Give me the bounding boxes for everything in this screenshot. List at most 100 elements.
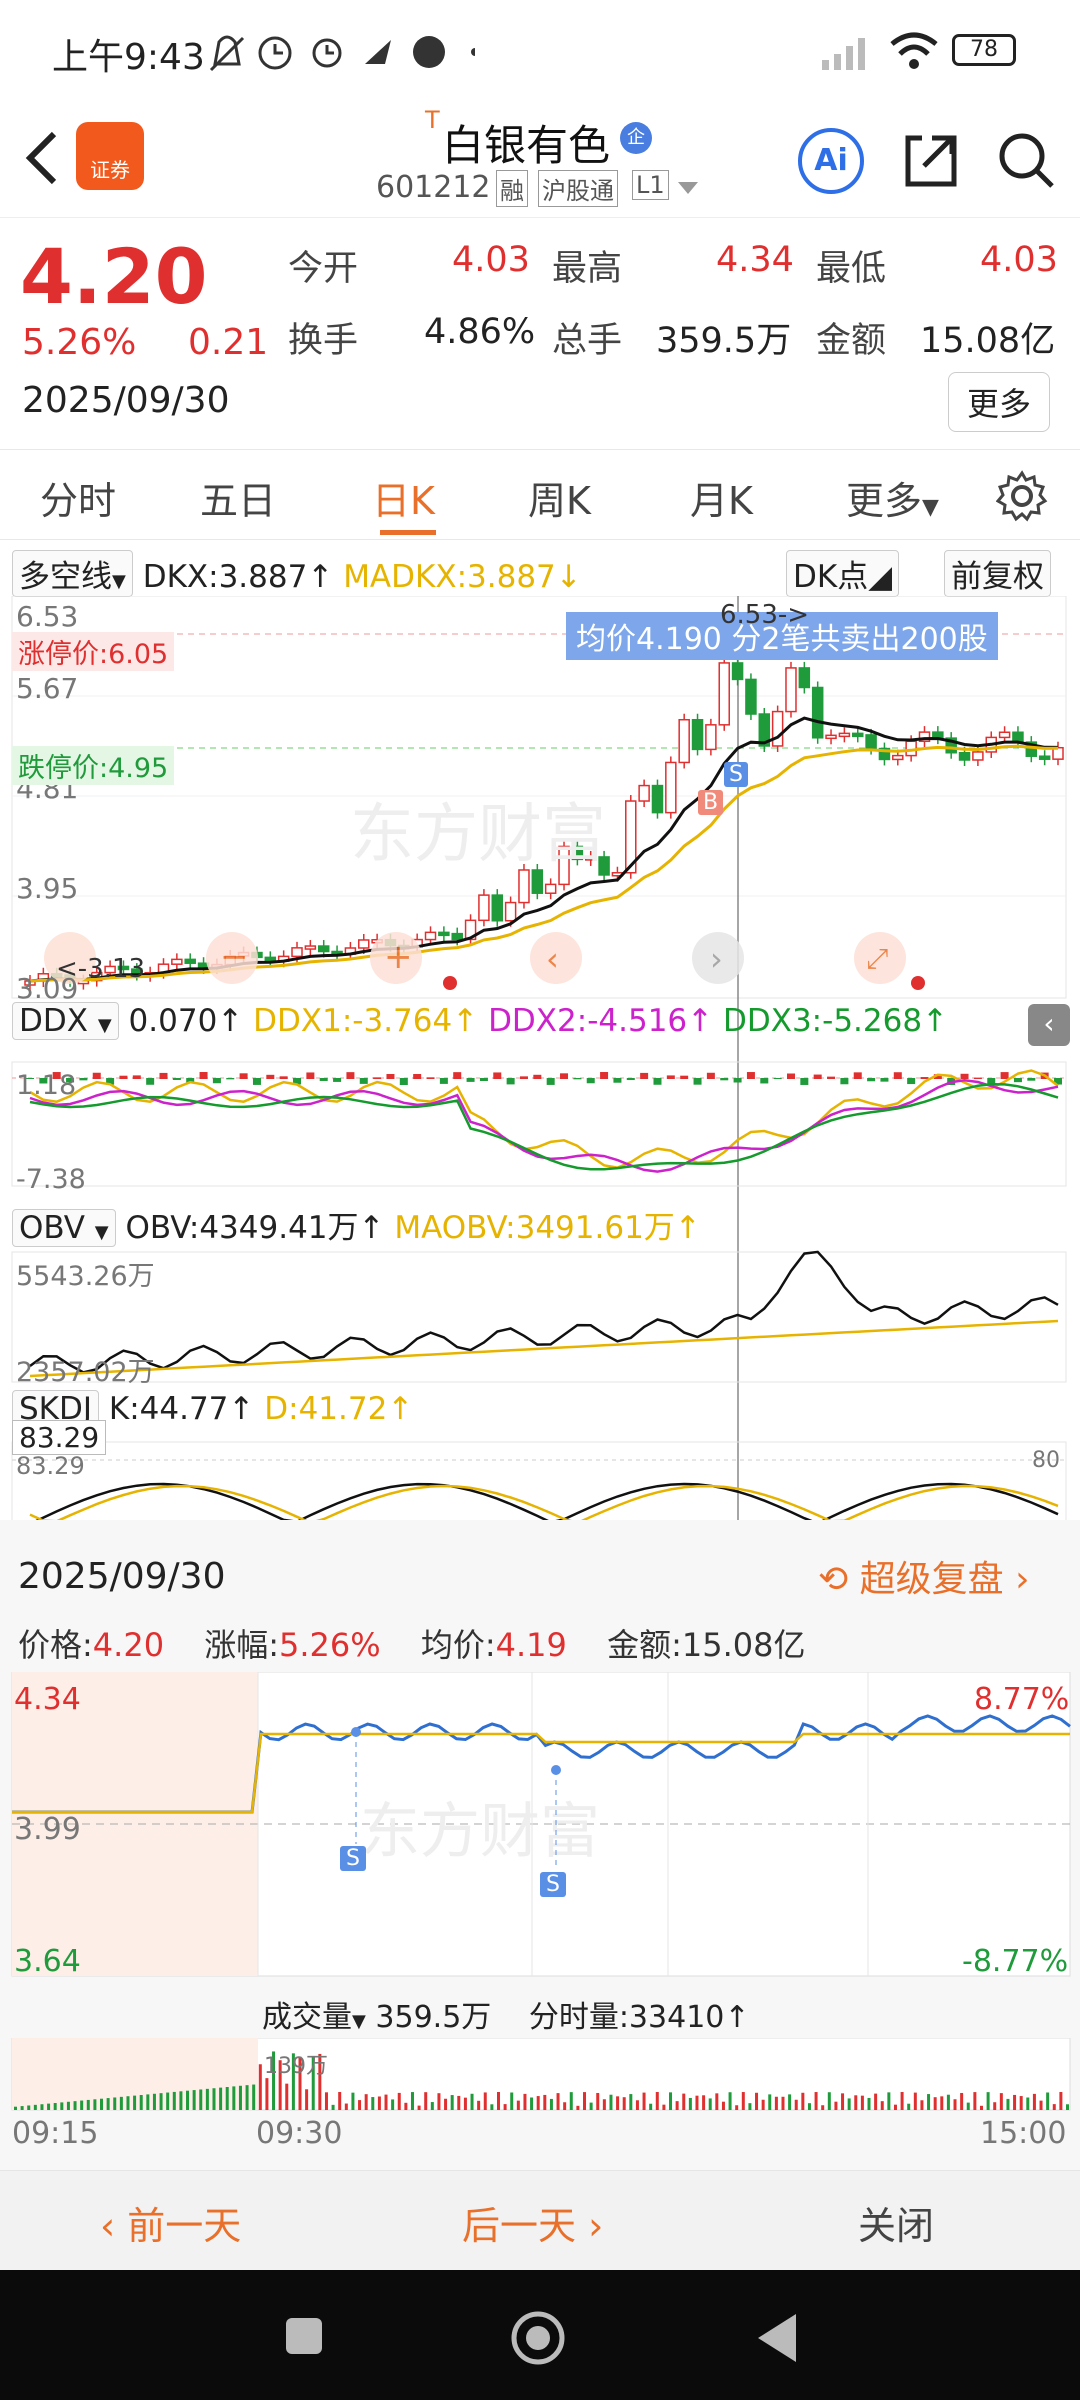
volume-select[interactable]: 成交量▼ [262, 2000, 366, 2035]
candle [705, 724, 717, 751]
share-icon[interactable] [902, 130, 962, 190]
adjust-price-button[interactable]: 前复权 [944, 550, 1051, 597]
tab-more[interactable]: 更多▼ [846, 470, 939, 525]
intraday-sell-marker[interactable]: S [540, 1872, 566, 1897]
obv-text: OBV:4349.41万 [125, 1210, 359, 1246]
tab-daily-k[interactable]: 日K [372, 470, 435, 525]
broker-badge-label: 证券 [90, 158, 130, 182]
volume-bar [708, 2098, 712, 2110]
tab-five-day[interactable]: 五日 [200, 470, 276, 525]
obv-select[interactable]: OBV ▼ [12, 1209, 116, 1247]
ddx-bar [560, 1073, 569, 1079]
dkx-text: DKX:3.887 [142, 559, 308, 595]
chevron-right-icon: › [710, 940, 723, 978]
volume-bar [1059, 2092, 1063, 2110]
buy-marker[interactable]: B [698, 790, 724, 815]
settings-gear-icon[interactable] [996, 470, 1048, 522]
price-axis-2: 5.67 [16, 672, 79, 705]
super-replay-button[interactable]: ⟲ 超级复盘 › [818, 1550, 1030, 1602]
volume-bar [159, 2093, 163, 2110]
ddx-bar [426, 1077, 435, 1079]
search-icon[interactable] [996, 130, 1056, 190]
ddx-bar [199, 1072, 208, 1079]
minus-icon: − [220, 937, 249, 977]
ddx-bar [413, 1074, 422, 1079]
stat-label-amount: 金额 [816, 321, 887, 361]
ddx2-value: DDX2:-4.516↑ [488, 1003, 714, 1039]
home-icon[interactable] [508, 2308, 568, 2368]
volume-bar [410, 2092, 414, 2110]
period-tabs: 分时 五日 日K 周K 月K 更多▼ [0, 450, 1080, 540]
prev-day-label: 前一天 [127, 2204, 242, 2248]
volume-bar [80, 2100, 84, 2110]
volume-bar [172, 2091, 176, 2110]
more-button[interactable]: 更多 [948, 372, 1051, 432]
volume-bar [999, 2093, 1003, 2110]
next-day-button[interactable]: 后一天 › [462, 2195, 603, 2250]
volume-bar [338, 2092, 342, 2110]
intraday-sell-marker[interactable]: S [340, 1846, 366, 1871]
ddx-bar [680, 1075, 689, 1079]
ddx-bar [1027, 1078, 1036, 1081]
candle [731, 662, 744, 681]
volume-bar [536, 2096, 540, 2110]
chevron-down-icon: ▼ [352, 2011, 366, 2032]
ddx2-text: DDX2:-4.516 [488, 1003, 688, 1039]
volume-bar [523, 2093, 527, 2110]
ddx-bar [693, 1078, 702, 1085]
crosshair-value-box: 83.29 [12, 1420, 107, 1455]
candle [1038, 755, 1051, 760]
indicator-select-label: 多空线 [19, 559, 112, 595]
volume-bar [126, 2096, 130, 2110]
indicator-select[interactable]: 多空线▼ [12, 550, 133, 597]
ai-button[interactable]: Ai [798, 128, 864, 194]
prev-day-button[interactable]: ‹ 前一天 [100, 2195, 241, 2250]
ddx-bar [840, 1078, 849, 1085]
volume-bar [788, 2094, 792, 2110]
tab-intraday[interactable]: 分时 [40, 470, 116, 525]
skdj-k-text: K:44.77 [108, 1391, 229, 1427]
sell-marker[interactable]: S [724, 762, 748, 787]
tab-weekly-k[interactable]: 周K [528, 470, 591, 525]
minute-volume-text: 分时量:33410 [528, 2000, 725, 2035]
stat-label-volume: 总手 [552, 321, 623, 361]
ddx-indicator-row: DDX ▼ 0.070↑ DDX1:-3.764↑ DDX2:-4.516↑ D… [12, 1002, 948, 1040]
back-nav-icon[interactable] [752, 2310, 802, 2366]
ddx-bar [506, 1078, 515, 1085]
event-dot[interactable] [443, 976, 457, 990]
volume-bar [841, 2093, 845, 2110]
volume-bar [1066, 2104, 1069, 2110]
volume-bar [880, 2101, 884, 2110]
volume-bar [496, 2092, 500, 2110]
candle [825, 734, 837, 740]
event-dot[interactable] [911, 976, 925, 990]
recents-icon[interactable] [286, 2318, 322, 2354]
volume-bar [721, 2101, 725, 2110]
collapse-panel-button[interactable]: ‹ [1028, 1004, 1070, 1046]
volume-bar [113, 2097, 117, 2110]
volume-bar [576, 2105, 580, 2110]
broker-logo[interactable]: 证券 [76, 122, 144, 190]
skdj-level-label: 80 [1032, 1448, 1060, 1473]
ddx-bar [146, 1078, 155, 1085]
intraday-chart-svg[interactable]: 东方财富 [0, 1672, 1080, 2002]
volume-bar [867, 2097, 871, 2110]
notification-icons [209, 35, 475, 72]
ddx-select[interactable]: DDX ▼ [12, 1002, 119, 1040]
close-button[interactable]: 关闭 [858, 2195, 934, 2250]
obv-axis-top: 5543.26万 [16, 1261, 155, 1292]
volume-bar [556, 2093, 560, 2110]
back-icon[interactable] [22, 128, 62, 188]
ddx-bar [493, 1072, 502, 1079]
chevron-down-icon[interactable] [676, 180, 700, 196]
volume-bar [384, 2094, 388, 2110]
ai-label: Ai [814, 143, 848, 178]
volume-bar [953, 2099, 957, 2110]
volume-bar [781, 2096, 785, 2110]
tab-monthly-k[interactable]: 月K [690, 470, 753, 525]
ddx-bar [786, 1073, 795, 1079]
ddx-value: 0.070↑ [128, 1003, 244, 1039]
ddx-bar [439, 1078, 448, 1084]
dk-points-button[interactable]: DK点◢ [786, 550, 900, 597]
volume-bar [152, 2093, 156, 2110]
